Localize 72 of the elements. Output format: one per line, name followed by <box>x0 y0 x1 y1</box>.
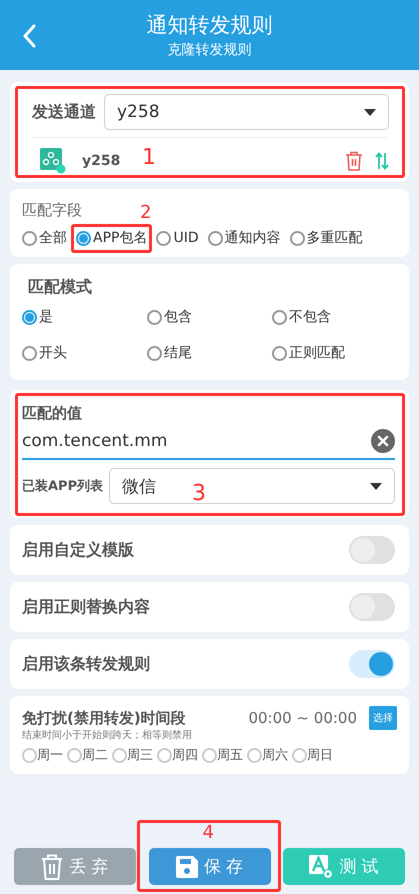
radio-button[interactable] <box>147 310 162 324</box>
match-value-field[interactable]: com.tencent.mm <box>22 424 395 460</box>
trash-icon[interactable] <box>345 151 363 171</box>
radio-button[interactable] <box>76 230 91 246</box>
section-title: 匹配模式 <box>28 276 92 298</box>
setting-label: 启用自定义模版 <box>22 540 134 560</box>
radio-label: 结尾 <box>164 344 192 362</box>
quiet-hours-title: 免打扰(禁用转发)时间段 <box>22 708 187 728</box>
radio-label: 多重匹配 <box>306 229 363 247</box>
radio-button[interactable] <box>272 310 287 324</box>
day-radio[interactable] <box>247 748 262 762</box>
toggle-switch[interactable] <box>349 593 395 621</box>
day-label: 周日 <box>307 747 333 764</box>
radio-button[interactable] <box>22 310 37 324</box>
radio-button[interactable] <box>22 230 37 246</box>
radio-label: UID <box>173 230 199 246</box>
radio-button[interactable] <box>156 230 172 246</box>
trash-icon <box>41 854 64 880</box>
radio-label: 正则匹配 <box>289 344 345 362</box>
day-radio[interactable] <box>112 748 127 762</box>
day-label: 周六 <box>262 747 288 764</box>
channel-label: 发送通道 <box>32 102 96 122</box>
discard-button[interactable]: 丢 弃 <box>14 848 136 885</box>
radio-button[interactable] <box>208 230 223 246</box>
hint-text: 结束时间小于开始则跨天；相等则禁用 <box>22 728 193 742</box>
day-label: 周三 <box>127 747 153 764</box>
day-radio[interactable] <box>22 748 37 762</box>
day-radio[interactable] <box>202 748 217 762</box>
radio-label: 不包含 <box>289 308 331 326</box>
choose-button[interactable]: 选择 <box>369 706 397 730</box>
setting-label: 启用正则替换内容 <box>22 596 150 618</box>
channel-name: y258 <box>82 153 120 169</box>
app-list-label: 已装APP列表 <box>22 478 104 495</box>
annotation-number: 3 <box>192 482 206 506</box>
section-title: 匹配字段 <box>22 200 82 221</box>
swap-arrows-icon[interactable] <box>375 152 389 170</box>
radio-label: 通知内容 <box>224 229 281 247</box>
day-label: 周一 <box>37 747 63 764</box>
radio-label: 是 <box>39 308 53 326</box>
annotation-number: 1 <box>142 146 156 170</box>
text-gear-icon <box>309 854 334 878</box>
radio-button[interactable] <box>272 346 287 360</box>
save-button[interactable]: 保 存 <box>148 848 270 885</box>
radio-label: APP包名 <box>93 229 148 247</box>
toggle-switch[interactable] <box>349 536 395 564</box>
time-range: 00:00 ~ 00:00 <box>248 709 357 727</box>
radio-label: 开头 <box>39 344 67 362</box>
radio-label: 包含 <box>164 308 192 326</box>
caret-icon <box>370 482 382 490</box>
day-radio[interactable] <box>67 748 82 762</box>
clear-icon[interactable] <box>371 429 395 453</box>
day-radio[interactable] <box>157 748 172 762</box>
page-subtitle: 克隆转发规则 <box>168 41 252 60</box>
day-label: 周五 <box>217 747 243 764</box>
section-title: 匹配的值 <box>22 403 82 424</box>
radio-button[interactable] <box>290 230 305 246</box>
day-radio[interactable] <box>292 748 307 762</box>
annotation-number: 4 <box>202 823 214 843</box>
test-button[interactable]: 测 试 <box>283 848 405 885</box>
webhook-icon <box>40 148 66 174</box>
caret-icon <box>364 108 376 116</box>
day-label: 周四 <box>172 747 198 764</box>
setting-label: 启用该条转发规则 <box>22 654 150 674</box>
back-icon[interactable] <box>22 24 36 48</box>
annotation-number: 2 <box>140 203 152 223</box>
radio-label: 全部 <box>39 229 67 247</box>
radio-button[interactable] <box>22 346 37 360</box>
day-label: 周二 <box>82 747 108 764</box>
radio-button[interactable] <box>147 346 162 360</box>
channel-dropdown[interactable]: y258 <box>104 94 389 130</box>
toggle-switch[interactable] <box>349 650 395 678</box>
page-title: 通知转发规则 <box>146 12 272 39</box>
